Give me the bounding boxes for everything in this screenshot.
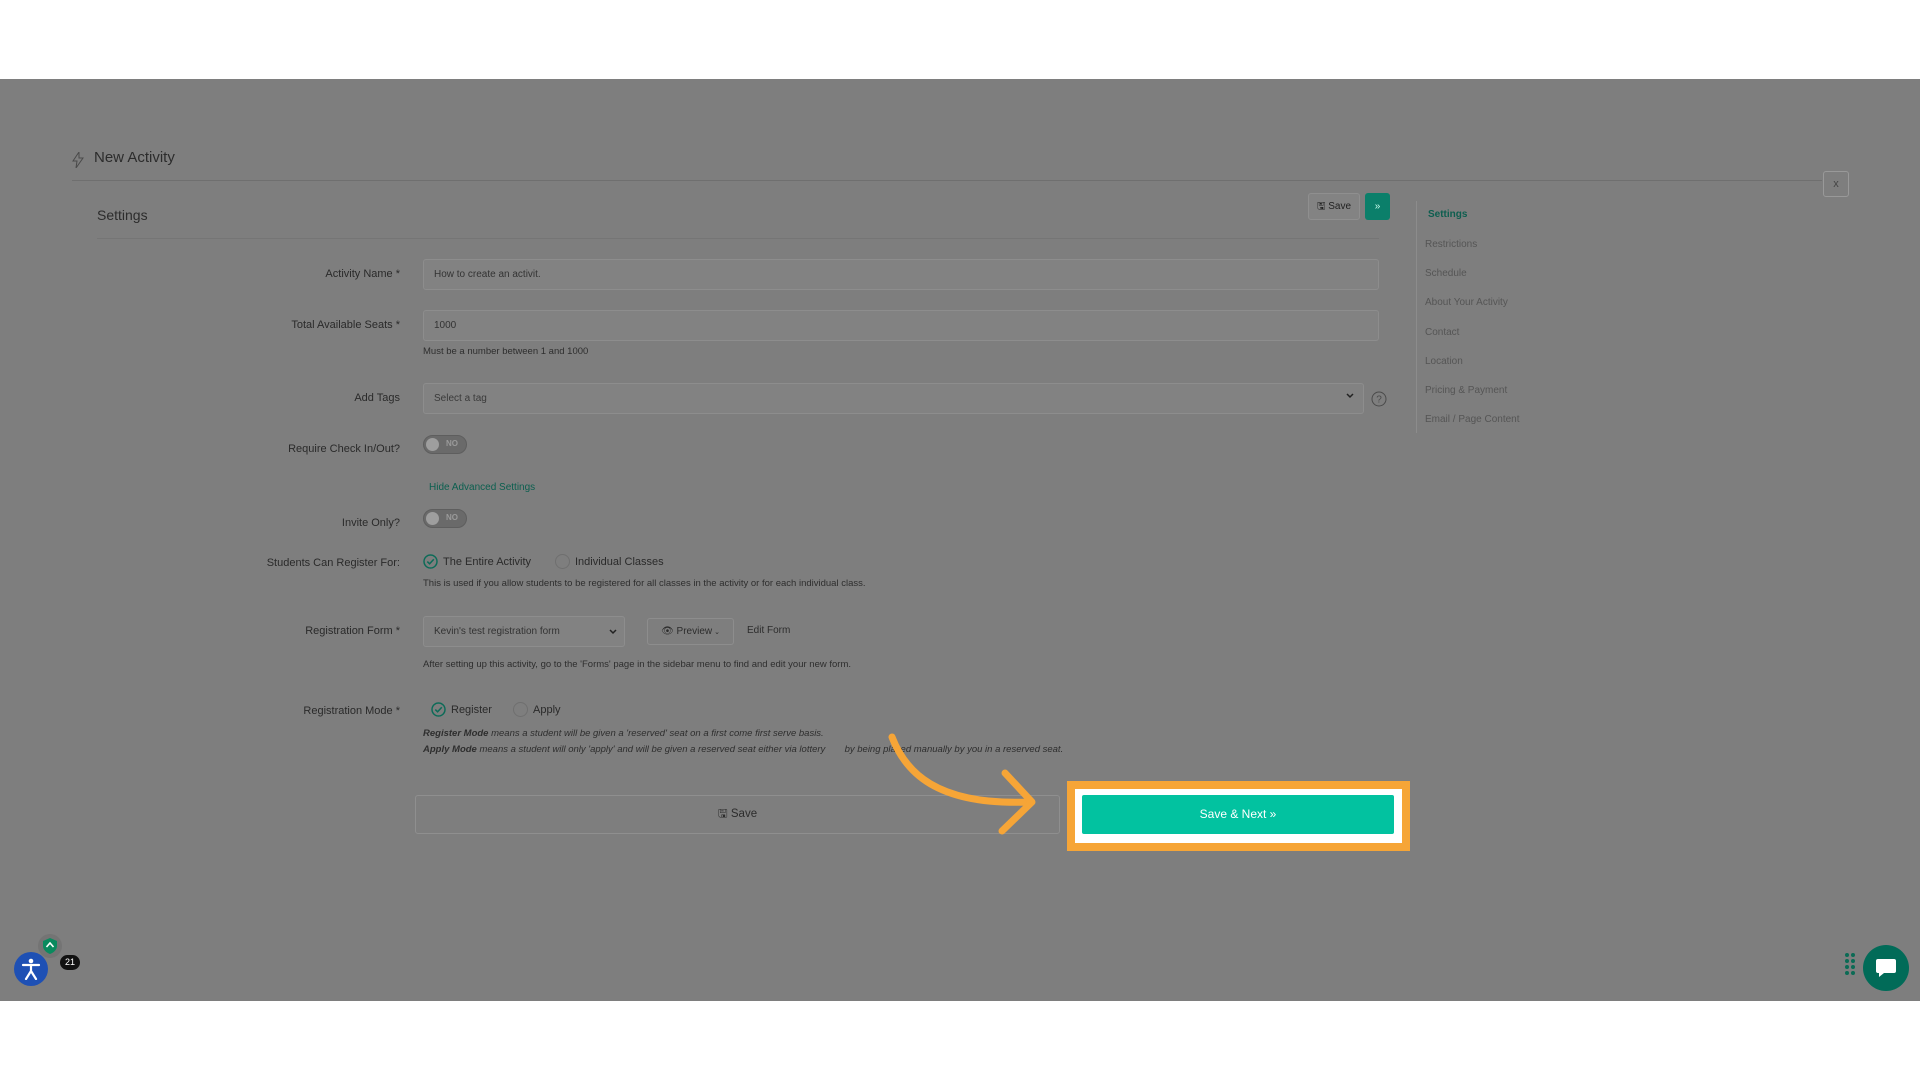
- nav-item-schedule[interactable]: Schedule: [1425, 268, 1467, 279]
- app-badge[interactable]: [38, 934, 62, 958]
- section-divider: [97, 238, 1379, 239]
- accessibility-icon: [21, 958, 41, 980]
- invite-only-label: Invite Only?: [341, 517, 400, 529]
- nav-item-location[interactable]: Location: [1425, 356, 1463, 367]
- individual-classes-option[interactable]: Individual Classes: [575, 556, 664, 568]
- nav-divider: [1416, 201, 1417, 433]
- check-in-label: Require Check In/Out?: [288, 443, 400, 455]
- registration-form-value: Kevin's test registration form: [434, 626, 560, 637]
- registration-form-hint: After setting up this activity, go to th…: [423, 659, 852, 670]
- total-seats-hint: Must be a number between 1 and 1000: [423, 346, 589, 357]
- toggle-knob: [426, 438, 439, 451]
- apply-mode-text: means a student will only 'apply' and wi…: [476, 744, 828, 755]
- register-for-hint: This is used if you allow students to be…: [423, 578, 866, 589]
- header-divider: [72, 180, 1822, 181]
- invite-only-toggle[interactable]: NO: [423, 509, 467, 528]
- register-option[interactable]: Register: [451, 704, 492, 716]
- preview-button[interactable]: 👁 Preview ⌄: [647, 618, 734, 645]
- activity-name-input[interactable]: How to create an activit.: [423, 259, 1379, 290]
- total-seats-label: Total Available Seats *: [291, 319, 400, 331]
- toggle-state: NO: [446, 439, 458, 448]
- nav-item-contact[interactable]: Contact: [1425, 327, 1459, 338]
- save-icon: 🖫: [1316, 201, 1329, 212]
- svg-text:?: ?: [1376, 395, 1382, 406]
- nav-item-settings[interactable]: Settings: [1428, 209, 1467, 220]
- save-icon: 🖫: [717, 808, 731, 820]
- chat-button[interactable]: [1863, 945, 1909, 991]
- tags-label: Add Tags: [354, 392, 400, 404]
- shield-icon: [43, 938, 57, 954]
- edit-form-link[interactable]: Edit Form: [747, 625, 790, 636]
- section-title: Settings: [97, 207, 148, 223]
- entire-activity-option[interactable]: The Entire Activity: [443, 556, 531, 568]
- eye-icon: 👁: [661, 626, 677, 637]
- nav-item-about[interactable]: About Your Activity: [1425, 297, 1508, 308]
- chevron-down-icon: [609, 629, 617, 635]
- chat-bubble-icon: [1876, 959, 1896, 977]
- register-for-label: Students Can Register For:: [266, 557, 400, 569]
- accessibility-button[interactable]: [14, 952, 48, 986]
- check-circle-icon[interactable]: [423, 554, 438, 569]
- nav-item-pricing[interactable]: Pricing & Payment: [1425, 385, 1507, 396]
- total-seats-input[interactable]: 1000: [423, 310, 1379, 341]
- page-title: New Activity: [94, 149, 175, 166]
- notification-count-badge: 21: [60, 955, 80, 970]
- chevron-down-icon: [1346, 393, 1354, 399]
- tags-select[interactable]: Select a tag: [423, 383, 1364, 414]
- check-circle-icon[interactable]: [431, 702, 446, 717]
- save-label: Save: [730, 808, 758, 820]
- activity-name-label: Activity Name *: [325, 268, 400, 280]
- register-mode-text: means a student will be given a 'reserve…: [488, 728, 824, 739]
- chevron-down-icon: ⌄: [712, 629, 720, 636]
- nav-item-email[interactable]: Email / Page Content: [1425, 414, 1520, 425]
- registration-form-label: Registration Form *: [305, 625, 400, 637]
- toggle-knob: [426, 512, 439, 525]
- top-next-button[interactable]: »: [1365, 193, 1390, 220]
- apply-option[interactable]: Apply: [533, 704, 561, 716]
- save-and-next-button[interactable]: Save & Next »: [1082, 795, 1394, 834]
- register-mode-title: Register Mode: [423, 728, 489, 739]
- help-icon[interactable]: ?: [1371, 391, 1387, 407]
- tags-placeholder: Select a tag: [434, 393, 487, 404]
- drag-handle-icon[interactable]: [1844, 952, 1856, 978]
- pointer-arrow-icon: [888, 733, 1036, 835]
- preview-label: Preview: [676, 626, 713, 637]
- toggle-state: NO: [446, 513, 458, 522]
- lightning-icon: [72, 152, 84, 168]
- registration-form-select[interactable]: Kevin's test registration form: [423, 616, 625, 647]
- nav-item-restrictions[interactable]: Restrictions: [1425, 239, 1477, 250]
- individual-classes-radio[interactable]: [555, 554, 570, 569]
- check-in-toggle[interactable]: NO: [423, 435, 467, 454]
- modal-overlay: New Activity x Settings 🖫 Save » Setting…: [0, 79, 1920, 1001]
- apply-radio[interactable]: [513, 702, 528, 717]
- apply-mode-title: Apply Mode: [423, 744, 477, 755]
- registration-mode-label: Registration Mode *: [303, 705, 400, 717]
- top-save-button[interactable]: 🖫 Save: [1308, 193, 1360, 220]
- close-button[interactable]: x: [1823, 171, 1849, 197]
- top-save-label: Save: [1328, 201, 1352, 212]
- advanced-settings-link[interactable]: Hide Advanced Settings: [429, 482, 535, 493]
